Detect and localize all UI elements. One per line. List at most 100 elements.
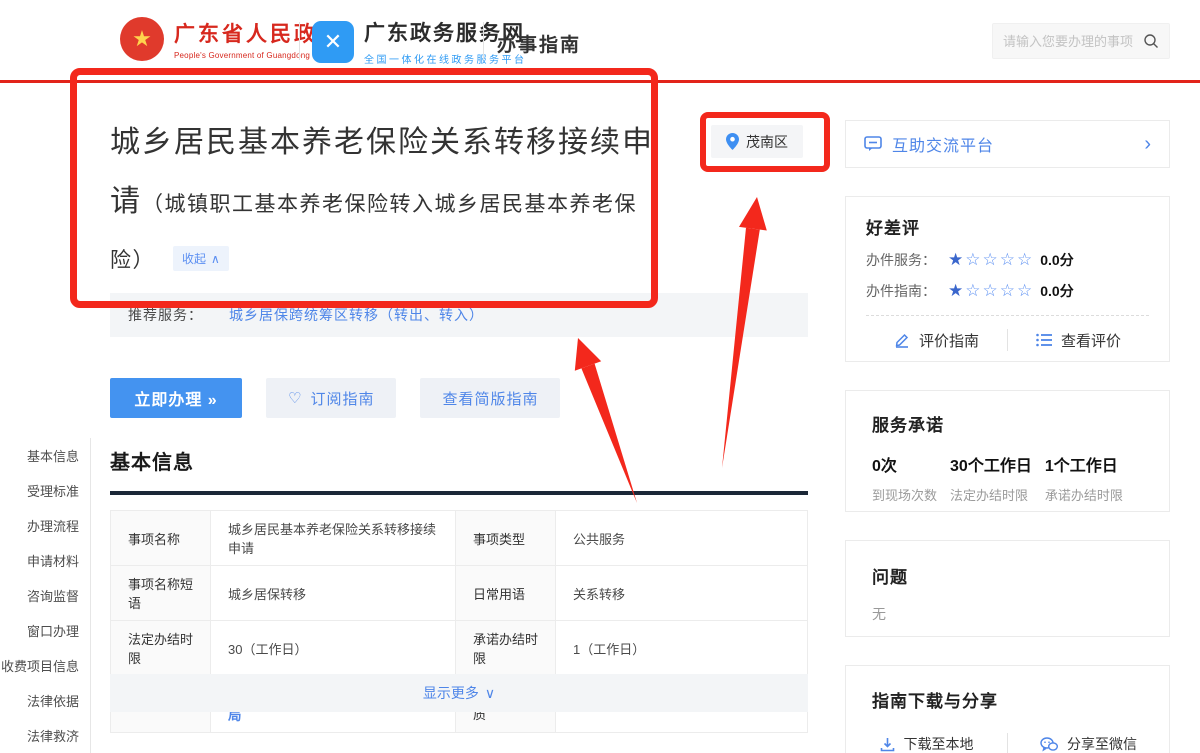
rating-footer: 评价指南 查看评价 — [866, 315, 1149, 364]
header: ★ 广东省人民政府 People's Government of Guangdo… — [0, 0, 1200, 83]
promise-label: 承诺办结时限 — [1045, 485, 1123, 504]
wechat-icon — [1040, 737, 1058, 752]
star-icon: ☆ — [965, 281, 980, 300]
rating-guide-button[interactable]: 评价指南 — [866, 330, 1007, 351]
chat-bubble-icon — [864, 136, 882, 152]
show-more-button[interactable]: 显示更多 ∨ — [110, 674, 808, 712]
question-card: 问题 无 — [845, 540, 1170, 637]
rating-score: 0.0分 — [1040, 281, 1073, 301]
search-box — [992, 23, 1170, 59]
table-value: 城乡居保转移 — [211, 566, 456, 620]
star-icon: ★ — [948, 250, 963, 269]
sidebar-item-consult[interactable]: 咨询监督 — [0, 578, 90, 613]
recommend-bar: 推荐服务： 城乡居保跨统筹区转移（转出、转入） — [110, 293, 808, 337]
table-value: 城乡居民基本养老保险关系转移接续申请 — [211, 511, 456, 565]
share-wechat-button[interactable]: 分享至微信 — [1008, 734, 1169, 753]
pen-icon — [894, 332, 910, 348]
star-rating: ★☆☆☆☆ — [948, 282, 1034, 301]
page-title: 城乡居民基本养老保险关系转移接续申请（城镇职工基本养老保险转入城乡居民基本养老保… — [110, 116, 655, 290]
promise-heading: 服务承诺 — [872, 411, 1169, 436]
rating-card: 好差评 办件服务： ★☆☆☆☆ 0.0分 办件指南： ★☆☆☆☆ 0.0分 评价… — [845, 196, 1170, 362]
chevron-right-icon: › — [1144, 133, 1151, 156]
header-nav-guide[interactable]: 办事指南 — [497, 30, 581, 57]
table-value: 1（工作日） — [556, 621, 807, 675]
search-icon[interactable] — [1143, 33, 1159, 49]
star-icon: ☆ — [1000, 250, 1015, 269]
rating-guide-label: 评价指南 — [919, 330, 979, 351]
annotation-arrowhead-right — [739, 197, 767, 231]
annotation-arrowhead-left — [575, 338, 601, 371]
recommend-link[interactable]: 城乡居保跨统筹区转移（转出、转入） — [229, 305, 484, 325]
left-nav: 基本信息 受理标准 办理流程 申请材料 咨询监督 窗口办理 收费项目信息 法律依… — [0, 438, 91, 753]
page: ★ 广东省人民政府 People's Government of Guangdo… — [0, 0, 1200, 753]
download-heading: 指南下载与分享 — [846, 687, 1169, 712]
table-row: 事项名称短语 城乡居保转移 日常用语 关系转移 — [111, 566, 807, 621]
rating-score: 0.0分 — [1040, 250, 1073, 270]
promise-item-legal-limit: 30个工作日 法定办结时限 — [950, 452, 1032, 504]
star-icon: ☆ — [1000, 281, 1015, 300]
star-rating: ★☆☆☆☆ — [948, 251, 1034, 270]
simple-guide-label: 查看简版指南 — [442, 388, 538, 409]
subscribe-label: 订阅指南 — [310, 388, 374, 409]
mutual-exchange-label: 互助交流平台 — [892, 132, 994, 156]
table-value: 30（工作日） — [211, 621, 456, 675]
mutual-exchange-card[interactable]: 互助交流平台 › — [845, 120, 1170, 168]
basic-info-heading: 基本信息 — [110, 446, 808, 475]
table-label: 法定办结时限 — [111, 621, 211, 675]
table-value: 公共服务 — [556, 511, 807, 565]
header-divider — [483, 22, 484, 60]
chevron-up-icon: ∧ — [211, 252, 220, 266]
sidebar-item-legal-remedy[interactable]: 法律救济 — [0, 718, 90, 753]
recommend-label: 推荐服务： — [128, 305, 203, 325]
table-label: 事项类型 — [456, 511, 556, 565]
heart-icon: ♡ — [288, 389, 302, 407]
location-pin-icon — [726, 133, 739, 150]
sidebar-item-basic-info[interactable]: 基本信息 — [0, 438, 90, 473]
rating-row-label: 办件指南： — [866, 281, 948, 301]
download-row: 下载至本地 分享至微信 — [846, 733, 1169, 753]
promise-item-promised-limit: 1个工作日 承诺办结时限 — [1045, 452, 1123, 504]
collapse-label: 收起 — [182, 250, 206, 267]
sidebar-item-process[interactable]: 办理流程 — [0, 508, 90, 543]
table-label: 事项名称 — [111, 511, 211, 565]
promise-value: 1个工作日 — [1045, 452, 1123, 476]
star-icon: ☆ — [1017, 281, 1032, 300]
portal-logo: ✕ 广东政务服务网 全国一体化在线政务服务平台 — [312, 17, 527, 66]
question-content: 无 — [872, 604, 1169, 624]
show-more-label: 显示更多 — [423, 683, 479, 703]
star-icon: ★ — [948, 281, 963, 300]
sidebar-item-window[interactable]: 窗口办理 — [0, 613, 90, 648]
download-local-button[interactable]: 下载至本地 — [846, 734, 1007, 753]
chevron-down-icon: ∨ — [485, 685, 495, 702]
action-buttons: 立即办理 » ♡ 订阅指南 查看简版指南 — [110, 378, 560, 418]
view-ratings-button[interactable]: 查看评价 — [1008, 330, 1149, 351]
collapse-button[interactable]: 收起 ∧ — [173, 246, 229, 271]
national-emblem-icon: ★ — [120, 17, 164, 61]
annotation-arrow-right — [722, 228, 760, 468]
download-icon — [880, 737, 895, 752]
table-label: 日常用语 — [456, 566, 556, 620]
question-heading: 问题 — [872, 563, 1169, 588]
list-icon — [1036, 333, 1052, 347]
sidebar-item-acceptance[interactable]: 受理标准 — [0, 473, 90, 508]
subscribe-guide-button[interactable]: ♡ 订阅指南 — [266, 378, 396, 418]
promise-item-visits: 0次 到现场次数 — [872, 452, 937, 504]
region-badge[interactable]: 茂南区 — [711, 125, 803, 158]
apply-now-button[interactable]: 立即办理 » — [110, 378, 242, 418]
simple-guide-button[interactable]: 查看简版指南 — [420, 378, 560, 418]
promise-row: 0次 到现场次数 30个工作日 法定办结时限 1个工作日 承诺办结时限 — [872, 452, 1169, 504]
search-input[interactable] — [1003, 34, 1143, 49]
sidebar-item-fees[interactable]: 收费项目信息 — [0, 648, 90, 683]
sidebar-item-materials[interactable]: 申请材料 — [0, 543, 90, 578]
view-ratings-label: 查看评价 — [1061, 330, 1121, 351]
rating-row-service: 办件服务： ★☆☆☆☆ 0.0分 — [866, 250, 1149, 270]
table-row: 事项名称 城乡居民基本养老保险关系转移接续申请 事项类型 公共服务 — [111, 511, 807, 566]
region-label: 茂南区 — [746, 132, 788, 152]
table-value: 关系转移 — [556, 566, 807, 620]
star-icon: ☆ — [965, 250, 980, 269]
star-icon: ☆ — [1017, 250, 1032, 269]
header-divider — [299, 22, 300, 60]
basic-info-section-header: 基本信息 — [110, 446, 808, 495]
sidebar-item-legal-basis[interactable]: 法律依据 — [0, 683, 90, 718]
promise-label: 到现场次数 — [872, 485, 937, 504]
